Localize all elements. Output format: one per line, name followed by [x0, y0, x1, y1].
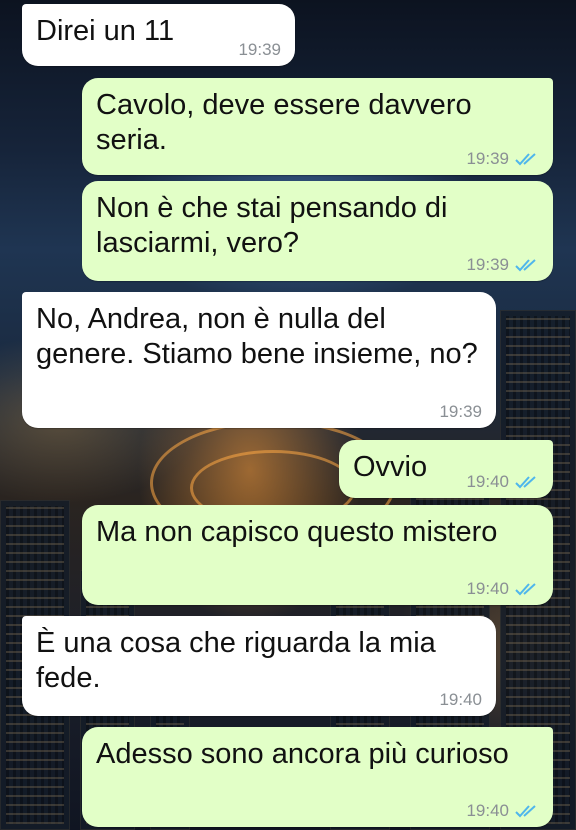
message-text: Non è che stai pensando di lasciarmi, ve…	[96, 192, 448, 259]
message-meta: 19:40	[466, 579, 539, 599]
message-time: 19:40	[466, 579, 509, 598]
message-meta: 19:39	[466, 255, 539, 275]
message-meta: 19:40	[466, 472, 539, 492]
message-time: 19:40	[439, 690, 482, 709]
message-bubble-incoming[interactable]: È una cosa che riguarda la mia fede. 19:…	[22, 616, 496, 716]
message-bubble-outgoing[interactable]: Ovvio 19:40	[339, 440, 553, 498]
message-meta: 19:40	[439, 690, 482, 710]
message-text: Direi un 11	[36, 15, 175, 47]
message-bubble-outgoing[interactable]: Non è che stai pensando di lasciarmi, ve…	[82, 181, 553, 281]
message-meta: 19:40	[466, 801, 539, 821]
message-time: 19:39	[466, 255, 509, 274]
message-meta: 19:39	[238, 40, 281, 60]
message-text: No, Andrea, non è nulla del genere. Stia…	[36, 303, 478, 370]
message-text: Ovvio	[353, 451, 428, 483]
message-time: 19:40	[466, 801, 509, 820]
message-bubble-incoming[interactable]: Direi un 11 19:39	[22, 4, 295, 66]
message-text: Ma non capisco questo mistero	[96, 516, 498, 548]
message-bubble-outgoing[interactable]: Ma non capisco questo mistero 19:40	[82, 505, 553, 605]
double-check-icon	[515, 258, 539, 272]
message-text: Adesso sono ancora più curioso	[96, 738, 509, 770]
double-check-icon	[515, 804, 539, 818]
message-time: 19:39	[439, 402, 482, 421]
message-time: 19:40	[466, 472, 509, 491]
double-check-icon	[515, 152, 539, 166]
message-text: Cavolo, deve essere davvero seria.	[96, 89, 472, 156]
message-meta: 19:39	[466, 149, 539, 169]
message-text: È una cosa che riguarda la mia fede.	[36, 627, 436, 694]
double-check-icon	[515, 475, 539, 489]
double-check-icon	[515, 582, 539, 596]
message-bubble-outgoing[interactable]: Cavolo, deve essere davvero seria. 19:39	[82, 78, 553, 175]
message-bubble-outgoing[interactable]: Adesso sono ancora più curioso 19:40	[82, 727, 553, 827]
message-time: 19:39	[238, 40, 281, 59]
message-bubble-incoming[interactable]: No, Andrea, non è nulla del genere. Stia…	[22, 292, 496, 428]
message-meta: 19:39	[439, 402, 482, 422]
message-time: 19:39	[466, 149, 509, 168]
